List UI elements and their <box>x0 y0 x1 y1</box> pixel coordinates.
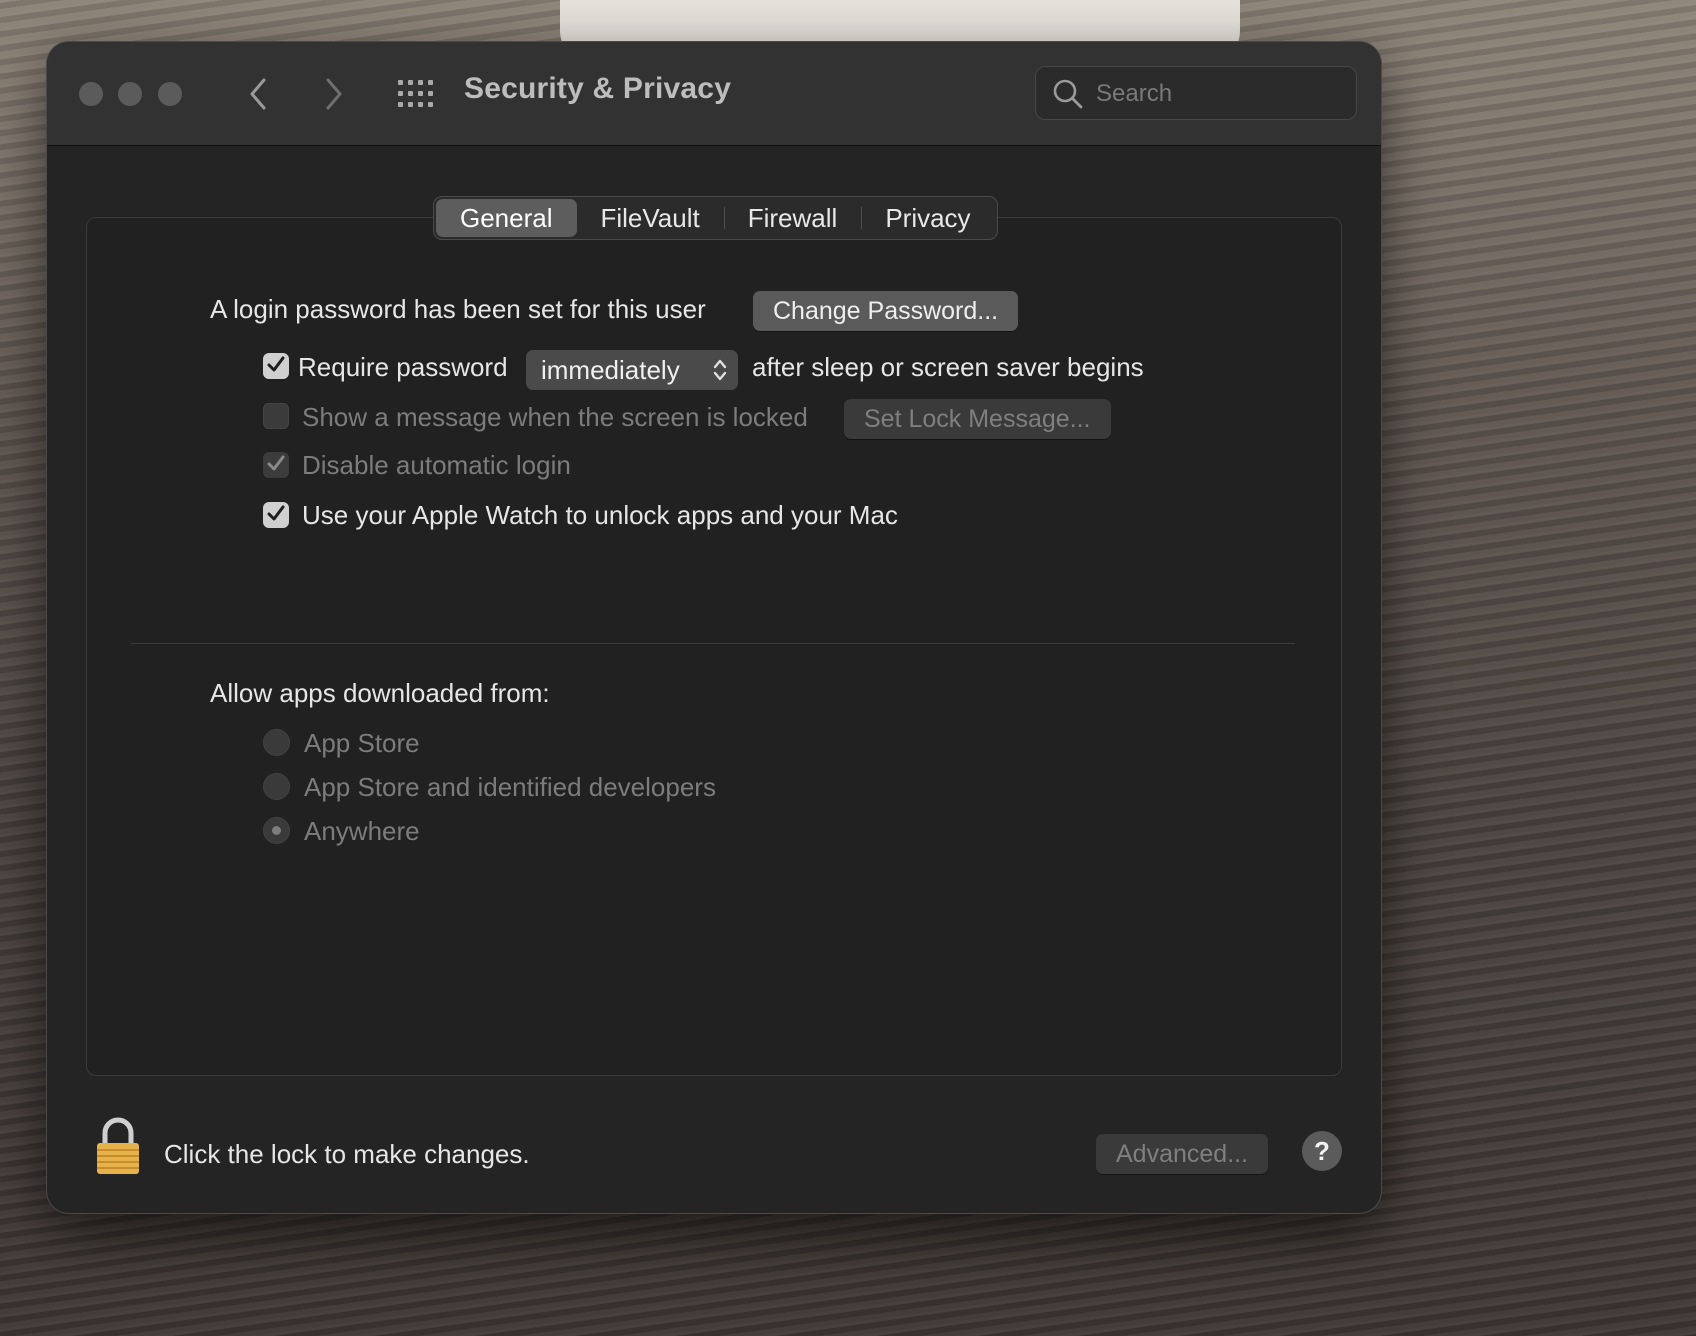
require-password-label: Require password <box>298 352 508 382</box>
require-password-delay-select[interactable]: immediately <box>526 350 738 390</box>
apple-watch-label: Use your Apple Watch to unlock apps and … <box>302 500 898 530</box>
radio-anywhere-label: Anywhere <box>304 816 420 846</box>
chevron-up-down-icon <box>713 359 727 381</box>
radio-identified-developers[interactable] <box>263 773 290 800</box>
change-password-button[interactable]: Change Password... <box>753 291 1019 331</box>
advanced-button[interactable]: Advanced... <box>1096 1134 1269 1174</box>
search-field[interactable] <box>1035 66 1357 121</box>
title-bar: Security & Privacy <box>47 42 1381 146</box>
allow-apps-heading: Allow apps downloaded from: <box>210 678 550 708</box>
tab-firewall[interactable]: Firewall <box>723 199 862 237</box>
section-divider <box>131 643 1295 644</box>
select-value: immediately <box>541 355 680 385</box>
checkmark-icon <box>267 455 285 471</box>
tab-privacy[interactable]: Privacy <box>861 199 994 237</box>
set-lock-message-button[interactable]: Set Lock Message... <box>844 399 1111 439</box>
search-icon <box>1053 79 1083 109</box>
apple-watch-checkbox[interactable] <box>263 502 289 528</box>
radio-app-store[interactable] <box>263 729 290 756</box>
tab-general[interactable]: General <box>436 199 577 237</box>
require-password-suffix: after sleep or screen saver begins <box>752 352 1144 382</box>
preferences-window: Security & Privacy General FileVault Fir… <box>47 42 1381 1213</box>
chevron-left-icon <box>250 78 266 110</box>
close-window-button[interactable] <box>79 82 103 106</box>
checkmark-icon <box>267 356 285 372</box>
require-password-checkbox[interactable] <box>263 353 289 379</box>
lock-button[interactable] <box>93 1116 143 1181</box>
disable-auto-login-label: Disable automatic login <box>302 450 571 480</box>
minimize-window-button[interactable] <box>118 82 142 106</box>
lock-instruction-text: Click the lock to make changes. <box>164 1139 530 1169</box>
zoom-window-button[interactable] <box>158 82 182 106</box>
disable-auto-login-checkbox[interactable] <box>263 452 289 478</box>
window-title: Security & Privacy <box>464 72 732 105</box>
radio-anywhere[interactable] <box>263 817 290 844</box>
help-button[interactable]: ? <box>1302 1131 1342 1171</box>
back-button[interactable] <box>239 72 279 116</box>
tab-filevault[interactable]: FileVault <box>577 199 724 237</box>
forward-button[interactable] <box>313 72 353 116</box>
show-message-checkbox[interactable] <box>263 403 289 429</box>
login-password-label: A login password has been set for this u… <box>210 294 706 324</box>
show-all-button[interactable] <box>397 79 435 109</box>
grid-icon <box>398 80 433 107</box>
chevron-right-icon <box>326 78 342 110</box>
radio-selected-dot <box>272 826 281 835</box>
lock-icon <box>97 1117 139 1174</box>
radio-app-store-label: App Store <box>304 728 420 758</box>
search-input[interactable] <box>1094 67 1348 121</box>
tab-bar: General FileVault Firewall Privacy <box>433 196 998 240</box>
radio-identified-developers-label: App Store and identified developers <box>304 772 716 802</box>
checkmark-icon <box>267 505 285 521</box>
tab-content-panel <box>86 217 1342 1076</box>
show-message-label: Show a message when the screen is locked <box>302 402 808 432</box>
